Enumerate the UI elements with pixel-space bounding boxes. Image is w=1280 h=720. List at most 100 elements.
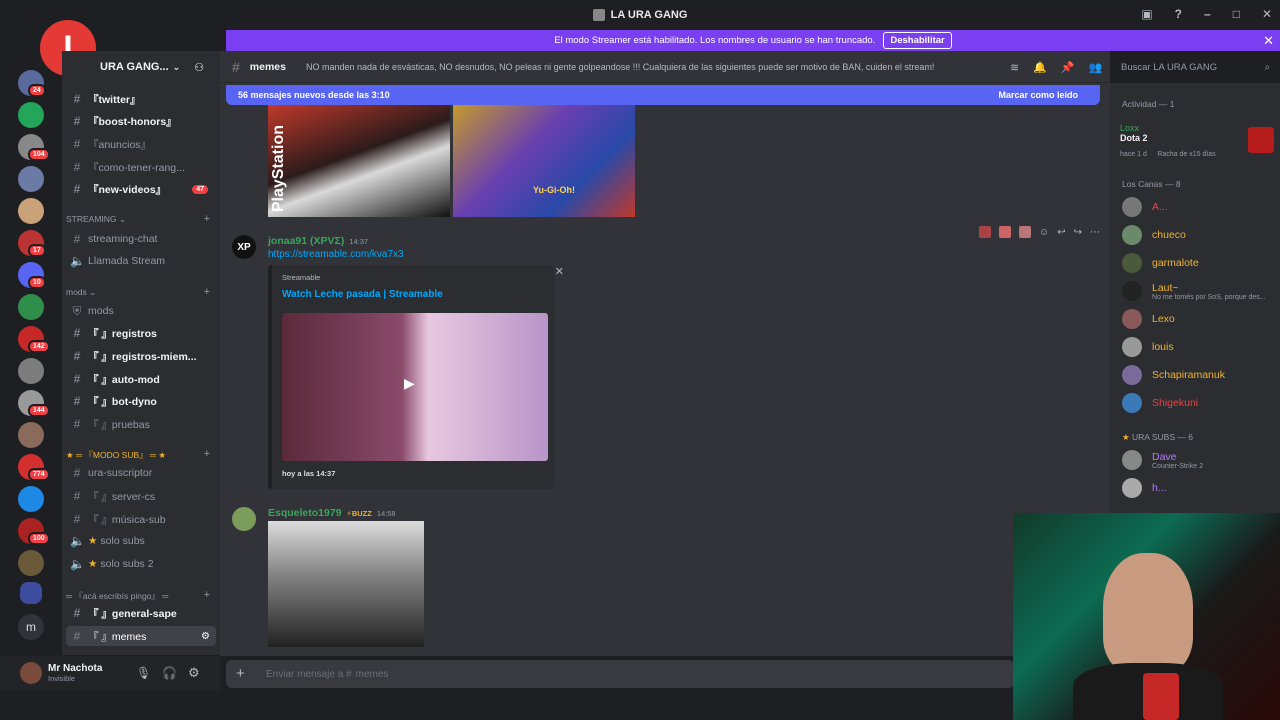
member-item[interactable]: garmalote [1122, 253, 1199, 273]
microphone-icon[interactable]: 🎙 [136, 666, 151, 680]
threads-icon[interactable]: ≋ [1010, 61, 1019, 74]
channel-twitter[interactable]: # 『twitter』 [66, 89, 216, 109]
member-item[interactable]: Lexo [1122, 309, 1175, 329]
message-link[interactable]: https://streamable.com/kva7x3 [268, 249, 404, 260]
maximize-icon[interactable]: □ [1233, 7, 1240, 21]
emoji-icon[interactable]: ☺ [1039, 227, 1049, 238]
search-input[interactable]: Buscar LA URA GANG ⌕ [1115, 58, 1275, 77]
add-channel-icon[interactable]: + [204, 213, 210, 225]
minimize-icon[interactable]: – [1204, 7, 1211, 21]
member-item[interactable]: chueco [1122, 225, 1186, 245]
category-pingo[interactable]: ═ 『acá escribís pingo』 ═ [66, 590, 168, 602]
server-icon[interactable]: m [18, 614, 44, 640]
channel-streaming-chat[interactable]: # streaming-chat [66, 229, 216, 249]
embed-title[interactable]: Watch Leche pasada | Streamable [282, 289, 443, 300]
message-input[interactable]: + Enviar mensaje a # memes [226, 660, 1014, 688]
member-item[interactable]: Dave Counter-Strike 2 [1122, 450, 1203, 470]
member-item[interactable]: h... [1122, 478, 1167, 498]
add-friend-icon[interactable]: ⚇ [194, 61, 204, 74]
close-banner-icon[interactable]: ✕ [1263, 33, 1274, 49]
server-header[interactable]: URA GANG... ⌄ ⚇ [62, 51, 220, 83]
message-author[interactable]: jonaa91 (XPVΣ) [268, 235, 344, 247]
channel-general-sape[interactable]: # 『 』general-sape [66, 603, 216, 623]
avatar[interactable]: XP [232, 235, 256, 259]
voice-channel-solo-subs-2[interactable]: 🔈 ★ solo subs 2 [66, 554, 216, 574]
settings-gear-icon[interactable]: ⚙ [188, 665, 200, 681]
member-group-title: Los Canas — 8 [1122, 179, 1181, 189]
inbox-icon[interactable]: ▣ [1141, 7, 1152, 21]
members-icon[interactable]: 👥 [1089, 61, 1103, 74]
channel-registros[interactable]: # 『 』registros [66, 323, 216, 343]
member-name: chueco [1152, 229, 1186, 241]
close-window-icon[interactable]: ✕ [1262, 7, 1272, 21]
server-icon[interactable] [18, 358, 44, 384]
category-modo-sub[interactable]: ★ ═ 『MODO SUB』 ═ ★ [66, 449, 166, 461]
voice-channel-llamada-stream[interactable]: 🔈 Llamada Stream [66, 251, 216, 271]
channel-musica-sub[interactable]: # 『 』música-sub [66, 509, 216, 529]
play-icon[interactable]: ▶ [404, 375, 415, 392]
more-icon[interactable]: ⋯ [1090, 227, 1100, 238]
channel-anuncios[interactable]: # 『anuncios』 [66, 134, 216, 154]
disable-streamer-button[interactable]: Deshabilitar [883, 32, 952, 49]
avatar [1122, 393, 1142, 413]
close-embed-icon[interactable]: ✕ [555, 265, 564, 278]
help-icon[interactable]: ? [1175, 7, 1182, 21]
member-item[interactable]: Shigekuni [1122, 393, 1198, 413]
reply-icon[interactable]: ↩ [1057, 227, 1065, 238]
channel-boost-honors[interactable]: # 『boost-honors』 [66, 111, 216, 131]
reaction-icon[interactable] [979, 226, 991, 238]
server-icon[interactable] [18, 422, 44, 448]
message-author[interactable]: Esqueleto1979 [268, 507, 342, 519]
server-icon[interactable] [18, 550, 44, 576]
headphones-icon[interactable]: 🎧 [162, 666, 177, 680]
image-attachment[interactable]: Yu-Gi-Oh! [453, 105, 635, 217]
member-item[interactable]: louis [1122, 337, 1174, 357]
server-icon[interactable] [18, 486, 44, 512]
reaction-icon[interactable] [1019, 226, 1031, 238]
new-messages-bar[interactable]: 56 mensajes nuevos desde las 3:10 Marcar… [226, 85, 1100, 105]
member-item[interactable]: A... [1122, 197, 1168, 217]
channel-server-cs[interactable]: # 『 』server-cs [66, 486, 216, 506]
member-name: A... [1152, 201, 1168, 213]
video-thumbnail[interactable]: ▶ [282, 313, 548, 461]
bell-icon[interactable]: 🔔 [1033, 61, 1047, 74]
channel-auto-mod[interactable]: # 『 』auto-mod [66, 369, 216, 389]
voice-channel-solo-subs[interactable]: 🔈 ★ solo subs [66, 531, 216, 551]
channel-ura-suscriptor[interactable]: # ura-suscriptor [66, 463, 216, 483]
image-attachment[interactable] [268, 521, 424, 647]
category-label: 『acá escribís pingo』 [74, 591, 160, 601]
server-icon[interactable] [18, 198, 44, 224]
member-item[interactable]: Laut~ No me tomés por SoS, porque des... [1122, 281, 1266, 301]
star-icon: ★ [1122, 432, 1130, 442]
channel-pruebas[interactable]: # 『 』pruebas [66, 414, 216, 434]
channel-registros-miembros[interactable]: # 『 』registros-miem... [66, 346, 216, 366]
add-channel-icon[interactable]: + [204, 589, 210, 601]
channel-mods[interactable]: ⛨ mods [66, 301, 216, 321]
image-attachment[interactable]: PlayStation [268, 105, 450, 217]
category-streaming[interactable]: STREAMING ⌄ [66, 214, 126, 225]
forward-icon[interactable]: ↪ [1074, 227, 1082, 238]
channel-new-videos[interactable]: # 『new-videos』 47 [66, 179, 216, 199]
avatar[interactable] [20, 662, 42, 684]
reaction-icon[interactable] [999, 226, 1011, 238]
mark-read-button[interactable]: Marcar como leído [998, 90, 1078, 100]
channel-topic[interactable]: NO manden nada de esvásticas, NO desnudo… [306, 62, 934, 72]
server-icon[interactable] [18, 294, 44, 320]
add-channel-icon[interactable]: + [204, 286, 210, 298]
activity-streak: Racha de x15 días [1157, 151, 1216, 158]
category-mods[interactable]: mods ⌄ [66, 287, 96, 298]
add-attachment-icon[interactable]: + [236, 665, 245, 682]
server-icon[interactable] [18, 102, 44, 128]
folder-icon[interactable] [20, 582, 42, 604]
avatar[interactable] [232, 507, 256, 531]
mention-badge: 17 [28, 244, 46, 257]
channel-memes[interactable]: # 『 』memes ⚙ [66, 626, 216, 646]
member-item[interactable]: Schapiramanuk [1122, 365, 1225, 385]
channel-bot-dyno[interactable]: # 『 』bot-dyno [66, 391, 216, 411]
activity-card[interactable]: Loxx Dota 2 hace 1 d Racha de x15 días [1120, 123, 1216, 161]
add-channel-icon[interactable]: + [204, 448, 210, 460]
channel-settings-icon[interactable]: ⚙ [201, 631, 210, 642]
channel-como-tener-rango[interactable]: # 『como-tener-rang... [66, 157, 216, 177]
server-icon[interactable] [18, 166, 44, 192]
pin-icon[interactable]: 📌 [1061, 61, 1075, 74]
